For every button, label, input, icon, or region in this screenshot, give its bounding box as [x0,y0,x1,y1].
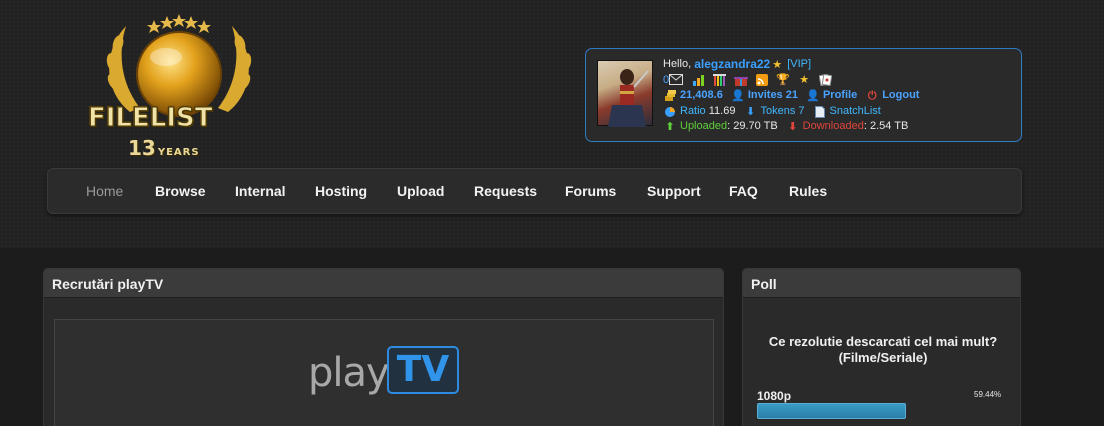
greeting-text: Hello, [663,58,692,70]
downloaded-value: 2.54 TB [869,120,909,133]
nav-hosting[interactable]: Hosting [315,183,367,199]
playtv-banner[interactable]: play TV [54,319,714,426]
document-icon [813,105,827,118]
playtv-logo-play: play [308,350,390,396]
power-icon: ⏻ [867,89,877,102]
avatar-figure-icon [608,69,649,127]
rss-icon[interactable] [755,74,769,87]
snatchlist-link[interactable]: SnatchList [830,104,881,120]
invite-user-icon: 👤 [730,89,745,102]
star-icon[interactable]: ★ [797,74,811,86]
cards-icon[interactable] [818,74,833,87]
logo-years-label: YEARS [157,147,200,158]
bars-icon[interactable] [713,74,727,87]
profile-link[interactable]: Profile [823,88,857,104]
poll-panel: Poll Ce rezolutie descarcati cel mai mul… [742,268,1021,426]
poll-option-label: 1080p [757,389,792,403]
poll-question: Ce rezolutie descarcati cel mai mult? (F… [768,334,998,365]
logo-years-number: 13 [128,136,156,160]
ratio-value: 11.69 [708,104,736,117]
nav-rules[interactable]: Rules [789,183,827,199]
logout-link[interactable]: Logout [882,88,919,104]
tokens-arrow-icon: ⬇ [745,105,756,118]
downloaded-label: Downloaded [802,120,864,133]
main-navigation: Home Browse Internal Hosting Upload Requ… [47,168,1022,214]
logo-years-text: 13 YEARS [128,136,238,160]
nav-browse[interactable]: Browse [155,183,206,199]
stats-icon[interactable] [692,74,706,87]
uploaded-value: 29.70 TB [733,120,778,133]
nav-forums[interactable]: Forums [565,183,616,199]
nav-home[interactable]: Home [86,183,123,199]
invites-link[interactable]: Invites 21 [748,88,798,104]
ratio-label[interactable]: Ratio [680,104,706,120]
upload-arrow-icon: ⬆ [665,121,675,134]
nav-faq[interactable]: FAQ [729,183,758,199]
envelope-icon[interactable] [669,74,684,86]
ratio-pie-icon [663,106,677,118]
avatar[interactable] [597,60,653,127]
poll-option-percent: 59.44% [974,390,1002,399]
vip-star-icon: ★ [772,58,783,71]
trophy-icon[interactable]: 🏆 [776,74,790,86]
coins-icon [663,89,677,102]
nav-internal[interactable]: Internal [235,183,286,199]
gift-icon[interactable] [734,74,749,87]
nav-upload[interactable]: Upload [397,183,444,199]
panel-title: Recrutări playTV [44,269,723,298]
user-info-box: Hello, alegzandra22 ★ [VIP] 0 🏆 ★ 21,408… [585,48,1022,142]
bonus-points[interactable]: 21,408.6 [680,88,723,104]
logo-brand-text: FILELIST [88,103,213,134]
username-link[interactable]: alegzandra22 [694,57,770,73]
vip-badge[interactable]: [VIP] [787,57,811,73]
poll-option-bar [757,403,906,419]
playtv-recruitment-panel: Recrutări playTV play TV [43,268,724,426]
uploaded-label: Uploaded [680,120,728,133]
profile-user-icon: 👤 [806,89,820,102]
poll-title: Poll [743,269,1020,298]
poll-option-track [757,403,1007,419]
download-arrow-icon: ⬇ [788,121,798,134]
nav-requests[interactable]: Requests [474,183,537,199]
playtv-logo-tv: TV [387,346,459,394]
nav-support[interactable]: Support [647,183,701,199]
tokens-link[interactable]: Tokens 7 [760,104,804,120]
